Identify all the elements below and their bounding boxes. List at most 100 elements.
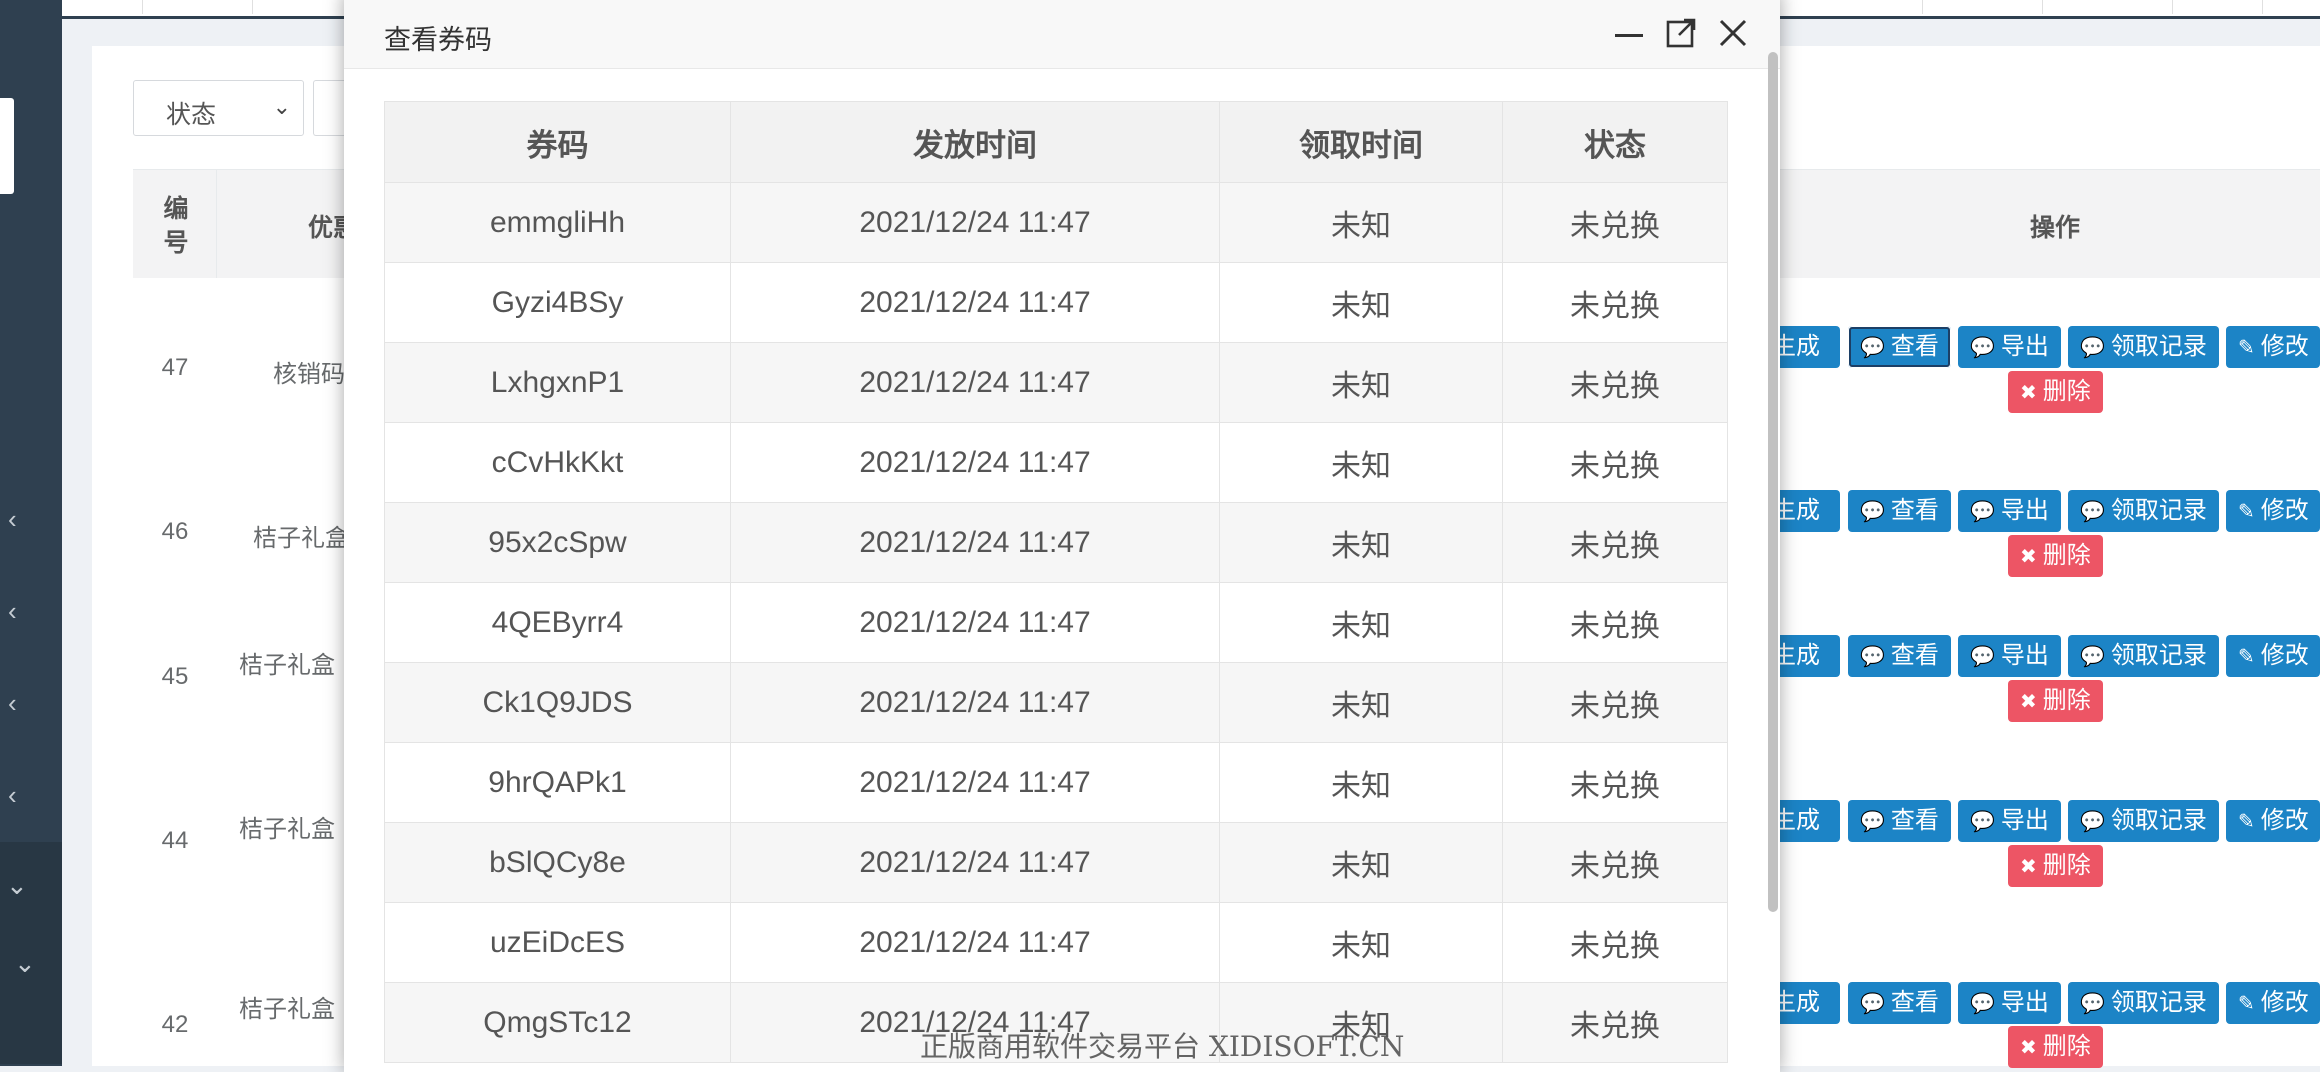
claimed-time-cell: 未知 [1219,422,1503,503]
delete-button[interactable]: ✖ 删除 [2008,680,2103,722]
edit-icon: ✎ [2238,337,2255,359]
column-header-id: 编号 [163,195,189,257]
comment-icon: 💬 [1860,811,1885,833]
export-button[interactable]: 💬 导出 [1958,635,2061,677]
comment-icon: 💬 [1860,646,1885,668]
export-button[interactable]: 💬 导出 [1958,490,2061,532]
edit-button[interactable]: ✎ 修改 [2226,490,2320,532]
column-header-issued-time: 发放时间 [730,101,1220,183]
delete-button[interactable]: ✖ 删除 [2008,535,2103,577]
issued-time-cell: 2021/12/24 11:47 [730,822,1220,903]
view-label: 查看 [1890,497,1939,524]
delete-button[interactable]: ✖ 删除 [2008,371,2103,413]
view-label: 查看 [1890,989,1939,1016]
records-button[interactable]: 💬 领取记录 [2068,800,2219,842]
row-name: 桔子礼盒 [239,816,335,843]
delete-button[interactable]: ✖ 删除 [2008,845,2103,887]
export-label: 导出 [2000,989,2049,1016]
export-button[interactable]: 💬 导出 [1958,326,2061,368]
minimize-icon[interactable] [1612,18,1646,52]
row-id: 42 [161,1011,189,1038]
records-button[interactable]: 💬 领取记录 [2068,490,2219,532]
comment-icon: 💬 [1970,811,1995,833]
edit-button[interactable]: ✎ 修改 [2226,326,2320,368]
comment-icon: 💬 [2080,993,2105,1015]
chevron-down-icon: ⌄ [272,94,291,119]
issued-time-cell: 2021/12/24 11:47 [730,262,1220,343]
comment-icon: 💬 [1970,993,1995,1015]
coupon-code-table: 券码 发放时间 领取时间 状态 emmgliHh 2021/12/24 11:47… [384,101,1728,1063]
view-button[interactable]: 💬 查看 [1848,635,1951,677]
table-row: cCvHkKkt 2021/12/24 11:47 未知 未兑换 [384,422,1728,503]
chevron-left-icon[interactable]: ‹ [8,598,17,624]
claimed-time-cell: 未知 [1219,582,1503,663]
delete-label: 删除 [2042,378,2091,405]
chevron-left-icon[interactable]: ‹ [8,782,17,808]
chevron-down-icon[interactable]: ⌄ [14,950,36,976]
row-name: 桔子礼盒 [253,525,349,552]
column-header-actions: 操作 [2030,214,2081,242]
claimed-time-cell: 未知 [1219,502,1503,583]
issued-time-cell: 2021/12/24 11:47 [730,742,1220,823]
edit-label: 修改 [2260,807,2309,834]
chevron-left-icon[interactable]: ‹ [8,506,17,532]
delete-button[interactable]: ✖ 删除 [2008,1026,2103,1068]
issued-time-cell: 2021/12/24 11:47 [730,342,1220,423]
edit-button[interactable]: ✎ 修改 [2226,982,2320,1024]
export-label: 导出 [2000,497,2049,524]
records-button[interactable]: 💬 领取记录 [2068,635,2219,677]
records-button[interactable]: 💬 领取记录 [2068,326,2219,368]
view-button[interactable]: 💬 查看 [1848,326,1951,368]
table-row: 9hrQAPk1 2021/12/24 11:47 未知 未兑换 [384,742,1728,823]
maximize-icon[interactable] [1664,16,1698,50]
view-button[interactable]: 💬 查看 [1848,800,1951,842]
comment-icon: 💬 [1970,337,1995,359]
issued-time-cell: 2021/12/24 11:47 [730,182,1220,263]
status-cell: 未兑换 [1502,342,1728,423]
row-name: 核销码 [273,361,345,388]
chevron-left-icon[interactable]: ‹ [8,690,17,716]
claimed-time-cell: 未知 [1219,742,1503,823]
comment-icon: 💬 [2080,811,2105,833]
coupon-code-cell: bSlQCy8e [384,822,731,903]
view-label: 查看 [1890,333,1939,360]
status-cell: 未兑换 [1502,582,1728,663]
comment-icon: 💬 [2080,646,2105,668]
column-header-code: 券码 [384,101,731,183]
records-label: 领取记录 [2110,333,2207,360]
claimed-time-cell: 未知 [1219,822,1503,903]
claimed-time-cell: 未知 [1219,342,1503,423]
row-id: 46 [161,518,189,545]
table-row: emmgliHh 2021/12/24 11:47 未知 未兑换 [384,182,1728,263]
status-cell: 未兑换 [1502,902,1728,983]
edit-label: 修改 [2260,642,2309,669]
issued-time-cell: 2021/12/24 11:47 [730,662,1220,743]
status-cell: 未兑换 [1502,742,1728,823]
comment-icon: 💬 [2080,501,2105,523]
issued-time-cell: 2021/12/24 11:47 [730,502,1220,583]
close-icon: ✖ [2020,691,2037,713]
status-cell: 未兑换 [1502,262,1728,343]
edit-button[interactable]: ✎ 修改 [2226,635,2320,677]
edit-button[interactable]: ✎ 修改 [2226,800,2320,842]
delete-label: 删除 [2042,542,2091,569]
dialog-scrollbar[interactable] [1768,52,1778,912]
chevron-down-icon[interactable]: ⌄ [6,872,28,898]
comment-icon: 💬 [1860,337,1885,359]
export-button[interactable]: 💬 导出 [1958,800,2061,842]
close-icon[interactable] [1716,16,1750,50]
view-button[interactable]: 💬 查看 [1848,490,1951,532]
table-header-row: 券码 发放时间 领取时间 状态 [384,101,1728,183]
issued-time-cell: 2021/12/24 11:47 [730,422,1220,503]
close-icon: ✖ [2020,856,2037,878]
records-button[interactable]: 💬 领取记录 [2068,982,2219,1024]
export-button[interactable]: 💬 导出 [1958,982,2061,1024]
export-label: 导出 [2000,807,2049,834]
coupon-code-cell: emmgliHh [384,182,731,263]
status-filter-select[interactable]: 状态 ⌄ [133,80,304,136]
comment-icon: 💬 [1970,646,1995,668]
delete-label: 删除 [2042,687,2091,714]
delete-label: 删除 [2042,852,2091,879]
view-button[interactable]: 💬 查看 [1848,982,1951,1024]
watermark-text: 正版商用软件交易平台 XIDISOFT.CN [920,1030,1405,1063]
